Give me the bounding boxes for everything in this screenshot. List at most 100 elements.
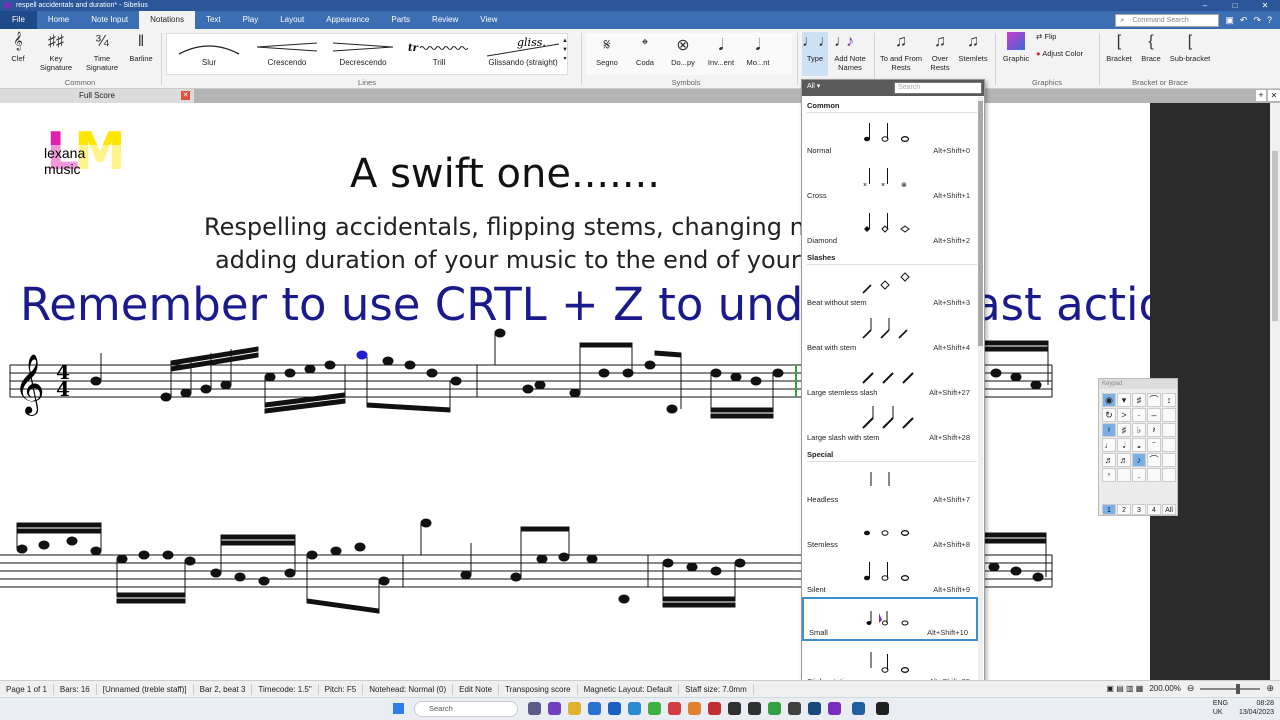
taskbar-search-input[interactable]: Search: [414, 701, 518, 717]
language-indicator[interactable]: ENG UK: [1213, 699, 1228, 717]
inverted-symbol[interactable]: 𝅘𝅥 Inv...ent: [704, 36, 738, 67]
slur-line[interactable]: Slur: [173, 36, 245, 67]
app-icon[interactable]: [708, 702, 721, 715]
coda-symbol[interactable]: 𝄌 Coda: [630, 36, 660, 67]
view-mode-icon[interactable]: ▣ ▤ ▥ ▦: [1106, 684, 1143, 693]
edge-icon[interactable]: [628, 702, 641, 715]
keypad-key-4[interactable]: ⌒: [1147, 393, 1161, 407]
file-explorer-icon[interactable]: [568, 702, 581, 715]
tab-home[interactable]: Home: [37, 11, 80, 29]
windows-start-icon[interactable]: [393, 703, 404, 714]
tab-review[interactable]: Review: [421, 11, 469, 29]
keypad-key-27[interactable]: [1117, 468, 1131, 482]
bar-3-notes[interactable]: [710, 368, 784, 419]
flip-button[interactable]: ⇄ Flip: [1036, 32, 1096, 41]
keypad-key-whole[interactable]: 𝅝: [1132, 438, 1146, 452]
vertical-scrollbar[interactable]: [1270, 103, 1280, 680]
acrobat-icon[interactable]: [668, 702, 681, 715]
keypad-key-29[interactable]: [1147, 468, 1161, 482]
keypad-key-rest[interactable]: 𝄽: [1147, 423, 1161, 437]
treble-clef-icon[interactable]: 𝄞: [14, 354, 45, 416]
keypad-layout-3[interactable]: 3: [1132, 504, 1146, 515]
keypad-layout-2[interactable]: 2: [1117, 504, 1131, 515]
minimize-button[interactable]: –: [1190, 0, 1220, 11]
zoom-out-icon[interactable]: ⊖: [1187, 683, 1195, 694]
app-icon[interactable]: [852, 702, 865, 715]
tab-text[interactable]: Text: [195, 11, 232, 29]
close-window-button[interactable]: ✕: [1250, 0, 1280, 11]
tab-notations[interactable]: Notations: [139, 11, 195, 29]
keypad-key-tenuto[interactable]: –: [1147, 408, 1161, 422]
app-icon[interactable]: [728, 702, 741, 715]
outlook-icon[interactable]: [608, 702, 621, 715]
tab-note-input[interactable]: Note Input: [80, 11, 139, 29]
notehead-panel-scrollbar[interactable]: [978, 97, 983, 687]
keypad-key-32nd[interactable]: ♬: [1102, 453, 1116, 467]
sub-bracket-button[interactable]: [Sub-bracket: [1167, 32, 1213, 63]
keypad-key-accent[interactable]: >: [1117, 408, 1131, 422]
app-icon[interactable]: [876, 702, 889, 715]
keypad-key-16th[interactable]: ♬: [1117, 453, 1131, 467]
clock[interactable]: 08:28 13/04/2023: [1239, 699, 1274, 717]
bracket-button[interactable]: [Bracket: [1104, 32, 1134, 63]
time-signature-button[interactable]: ¾ Time Signature: [80, 32, 124, 72]
barline-button[interactable]: ‖ Barline: [126, 32, 156, 63]
notehead-option-beat-without-stem[interactable]: Beat without stem Alt+Shift+3: [802, 265, 978, 309]
keypad-key-flat[interactable]: ♭: [1132, 423, 1146, 437]
tab-layout[interactable]: Layout: [269, 11, 315, 29]
add-note-names-button[interactable]: ♪ Add Note Names: [830, 32, 870, 72]
save-icon[interactable]: ▣: [1225, 15, 1234, 26]
keypad-key-20[interactable]: [1162, 438, 1176, 452]
zoom-slider-knob[interactable]: [1236, 683, 1241, 694]
mordent-symbol[interactable]: 𝅘𝅥 Mo...nt: [741, 36, 775, 67]
keypad-key-2[interactable]: ▾: [1117, 393, 1131, 407]
scrollbar-thumb[interactable]: [1272, 151, 1278, 321]
keypad-layout-1[interactable]: 1: [1102, 504, 1116, 515]
zoom-in-icon[interactable]: ⊕: [1266, 683, 1274, 694]
notehead-filter-select[interactable]: All ▾: [807, 82, 820, 90]
tab-appearance[interactable]: Appearance: [315, 11, 380, 29]
glissando-line[interactable]: gliss. Glissando (straight): [481, 36, 565, 67]
notehead-option-diamond[interactable]: Diamond Alt+Shift+2: [802, 203, 978, 247]
teams-icon[interactable]: [548, 702, 561, 715]
trill-line[interactable]: tr Trill: [403, 36, 475, 67]
app-icon[interactable]: [688, 702, 701, 715]
keypad-key-half[interactable]: 𝅗𝅥: [1117, 438, 1131, 452]
keypad-key-breve[interactable]: 𝄻: [1147, 438, 1161, 452]
segno-symbol[interactable]: 𝄋 Segno: [592, 36, 622, 67]
time-signature-bottom[interactable]: 4: [56, 377, 70, 401]
undo-icon[interactable]: ↶: [1240, 15, 1248, 26]
lines-gallery-scroll[interactable]: ▲ ▼ ▾: [560, 37, 570, 64]
app-icon[interactable]: [768, 702, 781, 715]
tab-file[interactable]: File: [0, 11, 37, 29]
over-rests-button[interactable]: ♫ Over Rests: [926, 32, 954, 72]
keypad-key-slur[interactable]: ⌒: [1147, 453, 1161, 467]
notehead-option-silent[interactable]: Silent Alt+Shift+9: [802, 552, 978, 596]
app-icon[interactable]: [788, 702, 801, 715]
help-icon[interactable]: ?: [1267, 15, 1272, 25]
notehead-option-large-slash-with-stem[interactable]: Large slash with stem Alt+Shift+28: [802, 400, 978, 444]
keypad-key-10[interactable]: [1162, 408, 1176, 422]
tab-full-score[interactable]: Full Score: [0, 89, 194, 103]
new-tab-icon[interactable]: +: [1256, 90, 1266, 101]
keypad-key-5[interactable]: ↕: [1162, 393, 1176, 407]
keypad-key-25[interactable]: [1162, 453, 1176, 467]
bar-2-notes[interactable]: [494, 328, 682, 414]
tab-play[interactable]: Play: [232, 11, 270, 29]
app-icon[interactable]: [808, 702, 821, 715]
notehead-option-headless[interactable]: Headless Alt+Shift+7: [802, 462, 978, 506]
keypad-key-sharp[interactable]: ♯: [1117, 423, 1131, 437]
keypad-layout-4[interactable]: 4: [1147, 504, 1161, 515]
maximize-button[interactable]: □: [1220, 0, 1250, 11]
notehead-type-button[interactable]: ♩♩♩ Type: [802, 32, 850, 76]
adjust-color-button[interactable]: ● Adjust Color: [1036, 49, 1096, 58]
notehead-option-normal[interactable]: Normal Alt+Shift+0: [802, 113, 978, 157]
notehead-option-cross[interactable]: × × ⊗ Cross Alt+Shift+1: [802, 158, 978, 202]
chrome-icon[interactable]: [648, 702, 661, 715]
notehead-option-large-stemless-slash[interactable]: Large stemless slash Alt+Shift+27: [802, 355, 978, 399]
close-tab-icon[interactable]: ✕: [181, 91, 190, 100]
keypad-layout-all[interactable]: All: [1162, 504, 1176, 515]
key-signature-button[interactable]: ♯♯ Key Signature: [34, 32, 78, 72]
dopy-symbol[interactable]: ⊗ Do...py: [666, 36, 700, 67]
graphic-button[interactable]: Graphic: [1000, 32, 1032, 63]
